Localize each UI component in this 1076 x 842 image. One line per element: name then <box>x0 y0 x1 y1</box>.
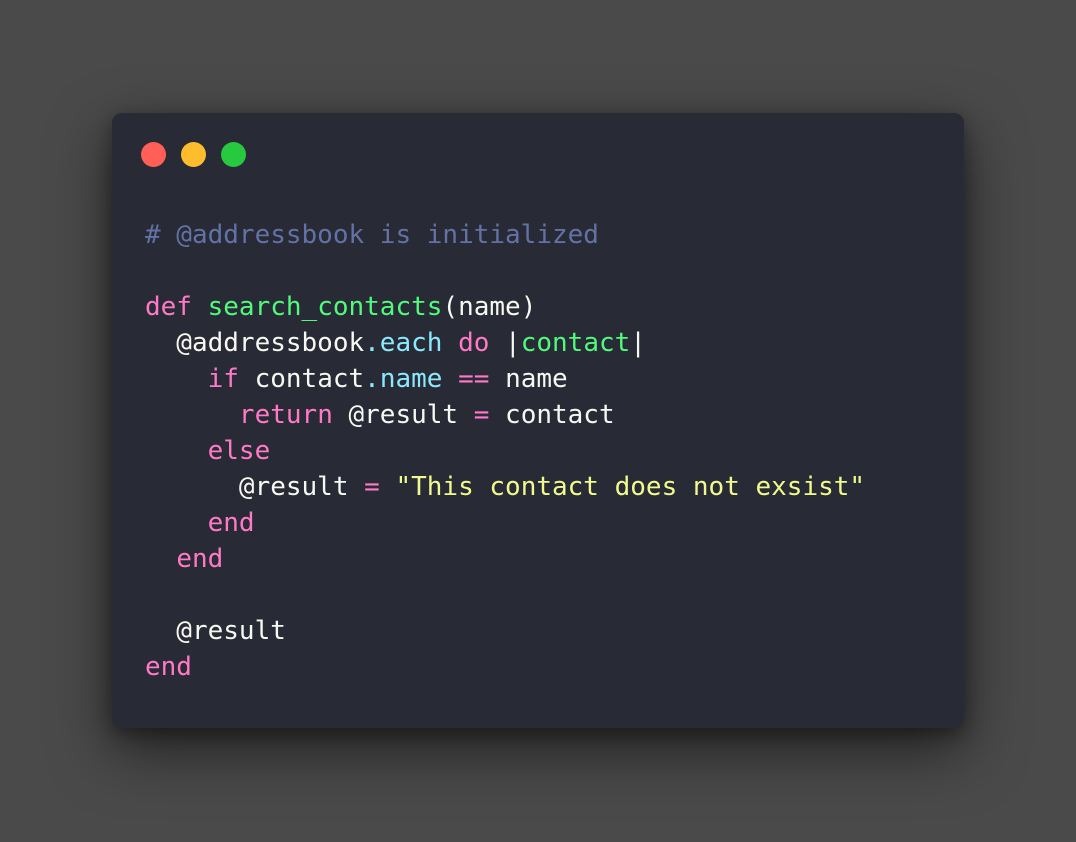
code-token: = <box>364 472 380 502</box>
code-token: end <box>207 508 255 538</box>
code-token: return <box>238 400 333 430</box>
code-token: do <box>458 328 490 358</box>
window-controls <box>141 142 246 168</box>
minimize-button[interactable] <box>181 142 206 167</box>
code-token: end <box>145 652 192 682</box>
code-token: else <box>207 436 271 466</box>
code-token: | <box>489 328 521 358</box>
code-line: @addressbook.each do |contact| <box>145 325 865 361</box>
code-line: end <box>145 541 865 577</box>
code-token: if <box>207 364 239 394</box>
code-token: .each <box>364 328 443 358</box>
code-line: end <box>145 505 865 541</box>
code-token: (name) <box>442 292 537 322</box>
code-line: def search_contacts(name) <box>145 289 865 325</box>
code-block: # @addressbook is initialized def search_… <box>145 217 865 685</box>
code-line: @result = "This contact does not exsist" <box>145 469 865 505</box>
maximize-button[interactable] <box>221 142 246 167</box>
code-line: if contact.name == name <box>145 361 865 397</box>
code-token: = <box>473 400 490 430</box>
code-token: == <box>458 364 490 394</box>
code-token: .name <box>364 364 443 394</box>
code-token: @result <box>145 616 286 646</box>
code-token: @addressbook <box>145 328 365 358</box>
code-token: contact <box>238 364 365 394</box>
code-token: | <box>630 328 646 358</box>
code-token: search_contacts <box>207 292 443 322</box>
code-token: contact <box>520 328 631 358</box>
code-token: def <box>145 292 192 322</box>
code-token: @result <box>145 472 365 502</box>
code-line: else <box>145 433 865 469</box>
code-line: end <box>145 649 865 685</box>
code-window: # @addressbook is initialized def search_… <box>112 113 964 728</box>
code-token: name <box>489 364 568 394</box>
code-line: # @addressbook is initialized <box>145 217 865 253</box>
code-token: @result <box>332 400 474 430</box>
code-token: "This contact does not exsist" <box>395 472 866 502</box>
code-line: return @result = contact <box>145 397 865 433</box>
code-token: contact <box>489 400 615 430</box>
code-token: # @addressbook is initialized <box>145 220 599 250</box>
code-token: end <box>176 544 224 574</box>
close-button[interactable] <box>141 142 166 167</box>
code-line: @result <box>145 613 865 649</box>
